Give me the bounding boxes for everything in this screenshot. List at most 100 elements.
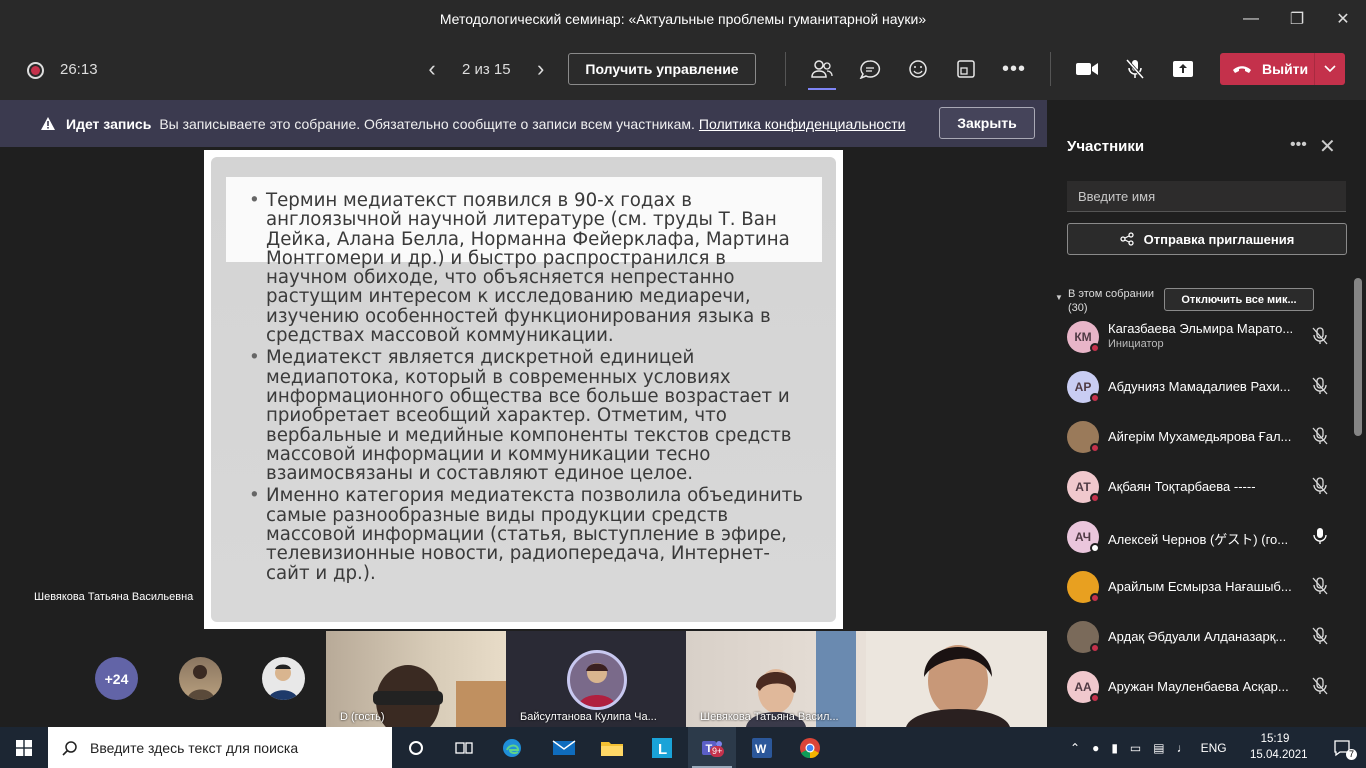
taskbar-search-input[interactable]: Введите здесь текст для поиска <box>48 727 392 768</box>
leave-options-chevron-icon[interactable] <box>1314 53 1345 85</box>
reactions-icon[interactable] <box>900 52 936 86</box>
take-control-button[interactable]: Получить управление <box>568 53 756 85</box>
divider <box>1050 52 1051 86</box>
participant-row[interactable]: АР Абдунияз Мамадалиев Рахи... <box>1067 367 1351 407</box>
dismiss-banner-button[interactable]: Закрыть <box>939 107 1035 139</box>
privacy-policy-link[interactable]: Политика конфиденциальности <box>699 116 906 132</box>
section-header[interactable]: В этом собрании (30) <box>1068 287 1154 315</box>
svg-text:W: W <box>755 742 767 756</box>
video-tile[interactable]: Шевякова Татьяна Васил... <box>686 631 866 727</box>
mic-muted-icon[interactable] <box>1312 377 1328 400</box>
search-placeholder: Введите здесь текст для поиска <box>90 739 299 756</box>
send-invite-button[interactable]: Отправка приглашения <box>1067 223 1347 255</box>
clock[interactable]: 15:19 15.04.2021 <box>1250 731 1308 763</box>
edge-icon[interactable] <box>488 727 536 768</box>
presence-status-icon <box>1090 443 1100 453</box>
mic-muted-icon[interactable] <box>1312 677 1328 700</box>
participant-row[interactable]: Арайлым Есмырза Нағашыб... <box>1067 567 1351 607</box>
participant-name: Кагазбаева Эльмира Марато... <box>1108 321 1294 336</box>
section-count: (30) <box>1068 302 1088 314</box>
chrome-icon[interactable] <box>786 727 834 768</box>
close-panel-icon[interactable]: ✕ <box>1319 134 1336 159</box>
microphone-tray-icon[interactable]: ▮ <box>1111 741 1118 755</box>
word-icon[interactable]: W <box>738 727 786 768</box>
volume-icon[interactable]: ♩ <box>1177 741 1189 755</box>
clock-time: 15:19 <box>1260 733 1290 745</box>
collapse-caret-icon[interactable]: ▼ <box>1055 293 1063 302</box>
file-explorer-icon[interactable] <box>588 727 636 768</box>
previous-slide-icon[interactable]: ‹ <box>420 56 444 82</box>
shared-slide: Термин медиатекст появился в 90-х годах … <box>204 150 843 629</box>
mic-icon[interactable] <box>1312 527 1328 550</box>
cortana-icon[interactable] <box>392 727 440 768</box>
presence-status-icon <box>1090 693 1100 703</box>
participant-name: Ардақ Әбдуали Алданазарқ... <box>1108 629 1287 644</box>
windows-start-icon[interactable] <box>0 727 48 768</box>
mic-muted-icon[interactable] <box>1312 627 1328 650</box>
send-invite-label: Отправка приглашения <box>1143 231 1295 247</box>
battery-icon[interactable]: ▭ <box>1130 741 1141 755</box>
svg-text:L: L <box>658 741 667 758</box>
teams-icon[interactable]: T 9+ <box>688 727 736 768</box>
mic-muted-icon[interactable] <box>1117 52 1153 86</box>
restore-icon[interactable]: ❐ <box>1274 0 1320 38</box>
tile-label: Шевякова Татьяна Васил... <box>700 711 839 723</box>
presence-status-icon <box>1090 493 1100 503</box>
network-icon[interactable]: ▤ <box>1153 741 1164 755</box>
tray-expand-chevron-icon[interactable]: ⌃ <box>1070 741 1080 755</box>
participants-scrollbar[interactable] <box>1354 278 1362 436</box>
participant-row[interactable]: АТ Ақбаян Тоқтарбаева ----- <box>1067 467 1351 507</box>
banner-message: Вы записываете это собрание. Обязательно… <box>159 115 695 132</box>
next-slide-icon[interactable]: › <box>529 56 553 82</box>
camera-tray-icon[interactable]: ● <box>1092 741 1099 755</box>
slide-content: Термин медиатекст появился в 90-х годах … <box>246 191 806 586</box>
app-l-icon[interactable]: L <box>638 727 686 768</box>
page-indicator: 2 из 15 <box>462 60 511 78</box>
tile-label: D (гость) <box>340 711 385 723</box>
participant-role: Инициатор <box>1108 338 1164 350</box>
presence-status-icon <box>1090 543 1100 553</box>
share-tray-icon[interactable] <box>1165 52 1201 86</box>
mic-muted-icon[interactable] <box>1312 577 1328 600</box>
participant-name: Арайлым Есмырза Нағашыб... <box>1108 579 1292 594</box>
participant-row[interactable]: Айгерім Мухамедьярова Ғал... <box>1067 417 1351 457</box>
participant-row[interactable]: КМ Кагазбаева Эльмира Марато... Инициатор <box>1067 317 1351 357</box>
meeting-timer: 26:13 <box>60 61 98 78</box>
presence-status-icon <box>1090 593 1100 603</box>
camera-icon[interactable] <box>1069 52 1105 86</box>
participant-row[interactable]: Ардақ Әбдуали Алданазарқ... <box>1067 617 1351 657</box>
participant-row[interactable]: АА Аружан Мауленбаева Асқар... <box>1067 667 1351 707</box>
notification-count: 7 <box>1346 749 1358 760</box>
video-tile[interactable]: Байсултанова Кулипа Ча... <box>506 631 686 727</box>
mic-muted-icon[interactable] <box>1312 477 1328 500</box>
participants-icon[interactable] <box>804 52 840 90</box>
language-indicator[interactable]: ENG <box>1201 741 1227 755</box>
breakout-rooms-icon[interactable] <box>948 52 984 86</box>
participant-name: Аружан Мауленбаева Асқар... <box>1108 679 1289 694</box>
notifications-icon[interactable]: 7 <box>1318 727 1366 768</box>
video-tile[interactable]: D (гость) <box>326 631 506 727</box>
more-actions-icon[interactable]: ••• <box>996 52 1032 86</box>
video-tile[interactable] <box>866 631 1047 727</box>
avatar[interactable] <box>262 657 305 700</box>
warning-icon <box>41 117 55 130</box>
more-participants-count[interactable]: +24 <box>95 657 138 700</box>
recording-icon <box>27 62 44 79</box>
minimize-icon[interactable]: — <box>1228 0 1274 38</box>
close-window-icon[interactable]: ✕ <box>1320 0 1366 38</box>
mail-icon[interactable] <box>540 727 588 768</box>
chat-icon[interactable] <box>852 52 888 86</box>
mic-muted-icon[interactable] <box>1312 427 1328 450</box>
search-icon <box>62 740 77 756</box>
teams-badge: 9+ <box>710 746 725 757</box>
leave-label: Выйти <box>1262 61 1309 77</box>
participant-search-input[interactable]: Введите имя <box>1067 181 1346 212</box>
task-view-icon[interactable] <box>440 727 488 768</box>
mic-muted-icon[interactable] <box>1312 327 1328 350</box>
leave-button[interactable]: Выйти <box>1220 53 1345 85</box>
avatar[interactable] <box>179 657 222 700</box>
mute-all-button[interactable]: Отключить все мик... <box>1164 288 1314 311</box>
presence-status-icon <box>1090 343 1100 353</box>
participant-row[interactable]: АЧ Алексей Чернов (ゲスト) (го... <box>1067 517 1351 557</box>
panel-more-icon[interactable]: ••• <box>1290 136 1307 154</box>
